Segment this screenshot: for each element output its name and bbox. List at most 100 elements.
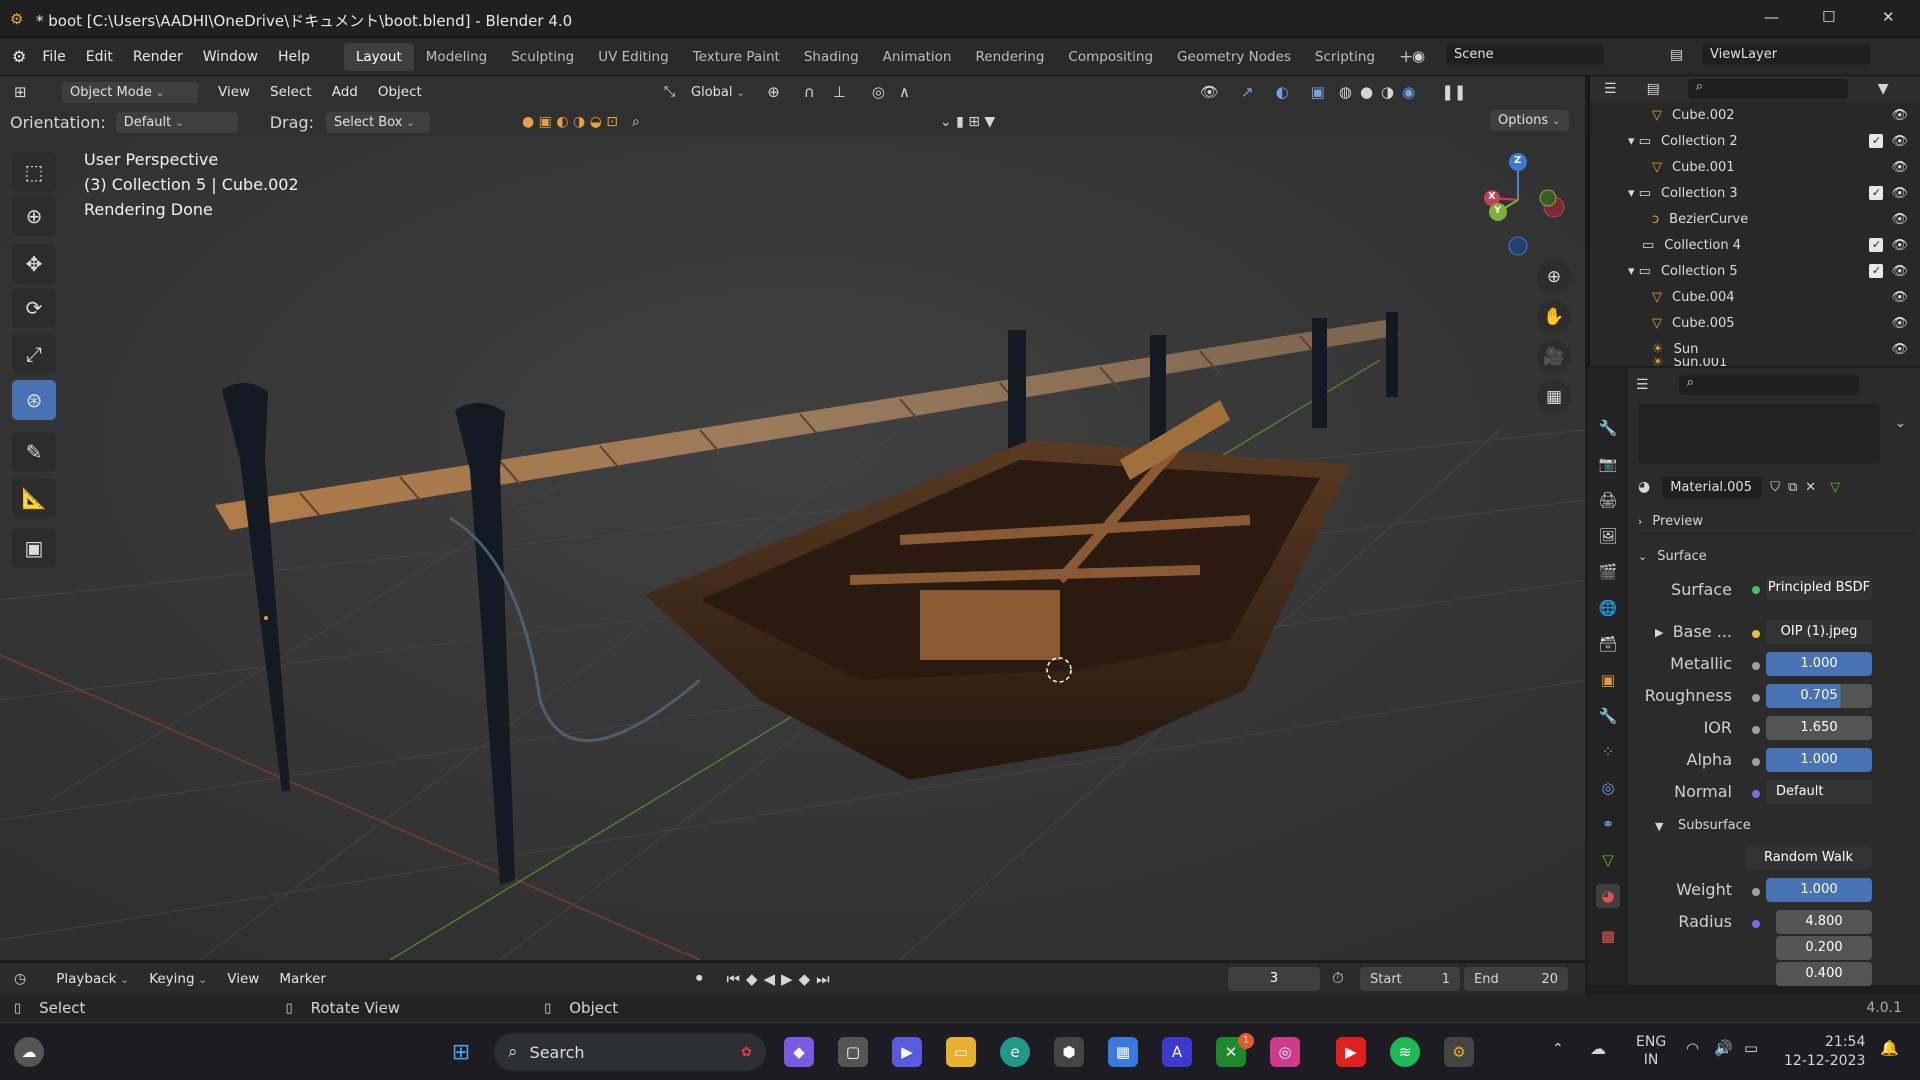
timeline-editor-icon[interactable]: ◷ [14, 971, 26, 987]
surface-shader-field[interactable]: Principled BSDF [1766, 576, 1872, 600]
radius-x-field[interactable]: 4.800 [1776, 910, 1872, 934]
menu-edit[interactable]: Edit [76, 49, 123, 65]
select-box-tool[interactable]: ⬚ [12, 152, 56, 192]
start-frame-field[interactable]: Start 1 [1360, 967, 1460, 991]
select-mode-icons[interactable]: ● ▣ ◐ ◑ ◒ ⊡ [522, 114, 618, 130]
overlay-toggle-icon[interactable]: ◐ [1276, 83, 1289, 101]
slot-list-chevron-icon[interactable]: ⌄ [1895, 416, 1906, 431]
display-mode-icon[interactable]: ▤ [1647, 81, 1660, 97]
unlink-material-icon[interactable]: ✕ [1805, 480, 1816, 495]
xray-toggle-icon[interactable]: ▣ [1311, 83, 1325, 101]
visibility-eye-icon[interactable]: 👁 [1891, 108, 1908, 123]
blender-menu-icon[interactable]: ⚙ [12, 47, 26, 66]
material-name-field[interactable]: Material.005 [1662, 476, 1763, 498]
duplicate-material-icon[interactable]: ⧉ [1788, 480, 1797, 495]
snap-target-icon[interactable]: ⊥ [833, 83, 846, 101]
navigation-gizmo[interactable]: Z X Y [1470, 150, 1570, 260]
move-tool[interactable]: ✥ [12, 244, 56, 284]
tab-scripting[interactable]: Scripting [1303, 43, 1387, 71]
subsurface-method-select[interactable]: Random Walk [1745, 846, 1872, 870]
menu-select[interactable]: Select [260, 84, 322, 100]
texture-tab-icon[interactable]: ▩ [1596, 924, 1620, 948]
record-icon[interactable]: ⏺ [696, 971, 703, 986]
wireframe-shading-icon[interactable]: ◍ [1339, 83, 1352, 101]
outliner-row-3[interactable]: ▾ ▭ Collection 3 ✓ 👁 [1590, 180, 1920, 206]
scene-tab-icon[interactable]: 🎬 [1596, 560, 1620, 584]
add-cube-tool[interactable]: ▣ [12, 528, 56, 568]
3d-viewport[interactable] [0, 108, 1585, 960]
battery-icon[interactable]: ▭ [1744, 1039, 1758, 1057]
collection-checkbox[interactable]: ✓ [1869, 134, 1884, 148]
tab-modeling[interactable]: Modeling [414, 43, 499, 71]
material-browse-icon[interactable]: ◕ [1638, 479, 1650, 495]
outliner-row-2[interactable]: ▽ Cube.001 👁 [1590, 154, 1920, 180]
app-icon[interactable]: ⬢ [1054, 1037, 1084, 1067]
rotate-tool[interactable]: ⟳ [12, 288, 56, 328]
editor-type-icon[interactable]: ⊞ [14, 83, 50, 101]
tab-animation[interactable]: Animation [871, 43, 964, 71]
mode-selector[interactable]: Object Mode [62, 81, 198, 103]
options-button[interactable]: Options [1490, 110, 1569, 131]
measure-tool[interactable]: 📐 [12, 478, 56, 518]
visibility-eye-icon[interactable]: 👁 [1891, 134, 1908, 149]
roughness-slider[interactable]: 0.705 [1766, 684, 1872, 708]
pan-hand-icon[interactable]: ✋ [1537, 300, 1571, 334]
outliner-row-5[interactable]: ▭ Collection 4 ✓ 👁 [1590, 232, 1920, 258]
annotate-tool[interactable]: ✎ [12, 432, 56, 472]
edge-icon[interactable]: e [1000, 1037, 1030, 1067]
wifi-icon[interactable]: ◠ [1686, 1039, 1699, 1057]
visibility-eye-icon[interactable]: 👁 [1891, 342, 1908, 357]
modifier-tab-icon[interactable]: 🔧 [1596, 704, 1620, 728]
visibility-eye-icon[interactable]: 👁 [1891, 238, 1908, 253]
drag-select[interactable]: Select Box [325, 111, 430, 133]
material-shading-icon[interactable]: ◑ [1381, 83, 1394, 101]
outliner-row-6[interactable]: ▾ ▭ Collection 5 ✓ 👁 [1590, 258, 1920, 284]
collection-checkbox[interactable]: ✓ [1869, 238, 1884, 252]
menu-view[interactable]: View [208, 84, 260, 100]
search-icon[interactable]: ⌕ [632, 114, 640, 130]
scene-selector[interactable]: Scene [1446, 44, 1604, 65]
data-tab-icon[interactable]: ▽ [1596, 848, 1620, 872]
pivot-icon[interactable]: ⊕ [767, 83, 780, 101]
ior-field[interactable]: 1.650 [1766, 716, 1872, 740]
visibility-eye-icon[interactable]: 👁 [1891, 316, 1908, 331]
zoom-icon[interactable]: ⊕ [1537, 260, 1571, 294]
viewlayer-selector[interactable]: ViewLayer [1702, 44, 1870, 65]
visibility-eye-icon[interactable]: 👁 [1891, 186, 1908, 201]
menu-window[interactable]: Window [193, 49, 268, 65]
subsurface-collapse-icon[interactable]: ▼ [1655, 820, 1663, 833]
teams-icon[interactable]: ▶ [892, 1037, 922, 1067]
transform-tool[interactable]: ⊛ [12, 380, 56, 420]
taskbar-search[interactable]: ⌕ Search ✿ [494, 1033, 766, 1071]
viewlayer-icon[interactable]: ▤ [1670, 47, 1683, 63]
fake-user-shield-icon[interactable]: ⛉ [1770, 480, 1780, 495]
collection-checkbox[interactable]: ✓ [1869, 186, 1884, 200]
transform-orientation-icon[interactable]: ⤡ [664, 84, 675, 100]
stopwatch-icon[interactable]: ⏱ [1332, 969, 1344, 987]
tab-texture-paint[interactable]: Texture Paint [681, 43, 792, 71]
camera-view-icon[interactable]: 🎥 [1537, 340, 1571, 374]
normal-field[interactable]: Default [1766, 780, 1872, 804]
tool-tab-icon[interactable]: 🔧 [1596, 416, 1620, 440]
outliner-search-icon[interactable]: ⌕ [1687, 79, 1848, 99]
world-tab-icon[interactable]: 🌐 [1596, 596, 1620, 620]
visibility-eye-icon[interactable]: 👁 [1891, 264, 1908, 279]
radius-z-field[interactable]: 0.400 [1776, 962, 1872, 986]
particles-tab-icon[interactable]: ⁘ [1596, 740, 1620, 764]
collection-tab-icon[interactable]: 🗃 [1596, 632, 1620, 656]
youtube-icon[interactable]: ▶ [1336, 1037, 1366, 1067]
outliner-row-4[interactable]: ↄ BezierCurve 👁 [1590, 206, 1920, 232]
tray-chevron-icon[interactable]: ⌃ [1552, 1041, 1564, 1057]
material-tab-icon[interactable]: ◕ [1596, 884, 1620, 908]
outliner-row-0[interactable]: ▽ Cube.002 👁 [1590, 102, 1920, 128]
proportional-edit-icon[interactable]: ◎ [872, 83, 885, 101]
visibility-eye-icon[interactable]: 👁 [1891, 212, 1908, 227]
material-slot-list[interactable] [1638, 404, 1880, 464]
transform-orientation-select[interactable]: Global [683, 82, 753, 103]
blender-taskbar-icon[interactable]: ⚙ [1444, 1037, 1474, 1067]
tab-layout[interactable]: Layout [343, 42, 414, 71]
keying-menu[interactable]: Keying [139, 971, 217, 987]
base-color-texture-field[interactable]: OIP (1).jpeg [1766, 620, 1872, 644]
cursor-tool[interactable]: ⊕ [12, 196, 56, 236]
visibility-icon[interactable]: 👁 [1200, 83, 1219, 101]
